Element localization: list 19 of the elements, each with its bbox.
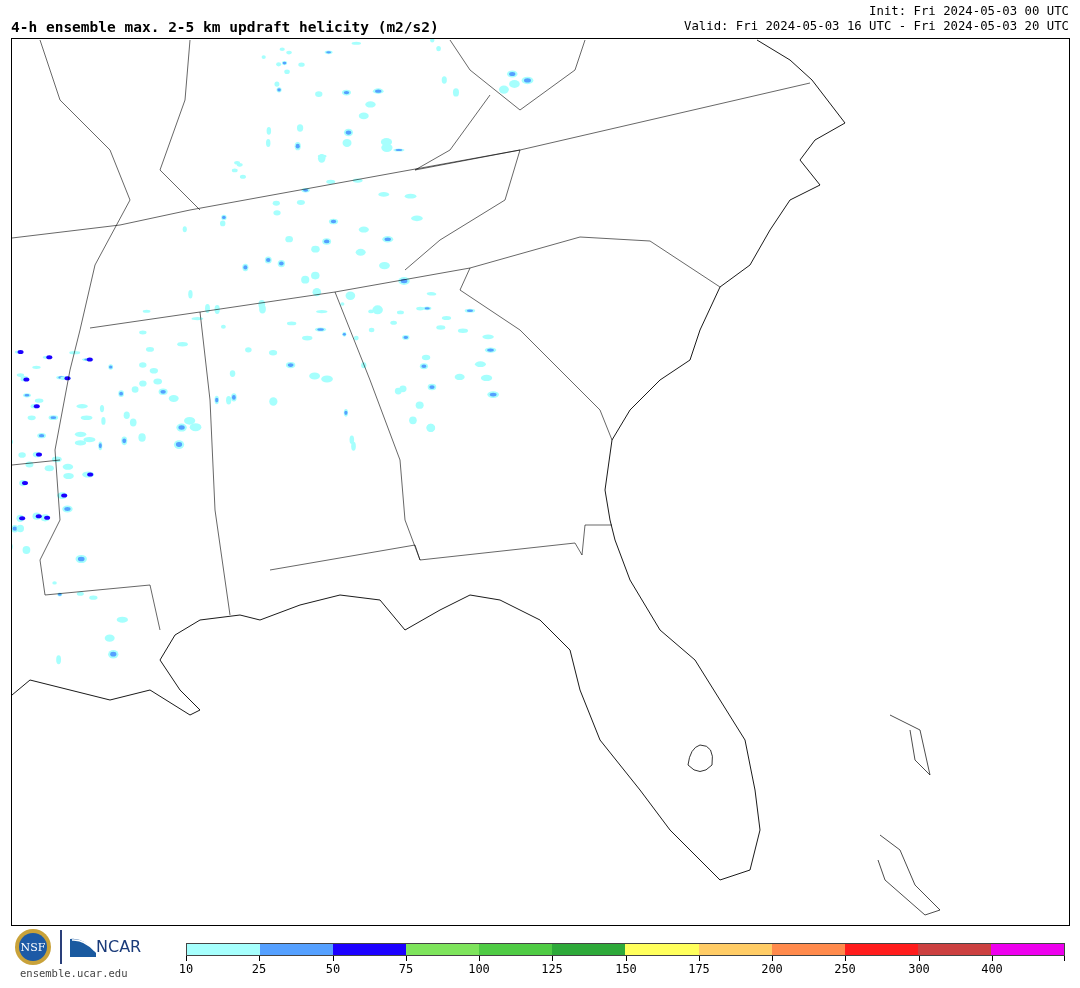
website-text: ensemble.ucar.edu — [20, 968, 128, 979]
colorbar-label: 75 — [398, 963, 414, 975]
colorbar-label: 10 — [178, 963, 194, 975]
colorbar-label: 175 — [688, 963, 710, 975]
colorbar-label: 25 — [251, 963, 267, 975]
init-time-text: Init: Fri 2024-05-03 00 UTC — [869, 4, 1069, 19]
seal-logo-icon: NSF — [14, 928, 52, 966]
colorbar-label: 125 — [541, 963, 563, 975]
colorbar-label: 150 — [615, 963, 637, 975]
chart-title: 4-h ensemble max. 2-5 km updraft helicity (m2/s2) — [11, 19, 439, 34]
colorbar-label: 50 — [325, 963, 341, 975]
colorbar-label: 250 — [834, 963, 856, 975]
colorbar-label: 200 — [761, 963, 783, 975]
colorbar-label: 300 — [908, 963, 930, 975]
colorbar-label: 100 — [468, 963, 490, 975]
arc-logo-icon — [70, 937, 96, 957]
ncar-logo-text: NCAR — [96, 939, 142, 955]
valid-time-text: Valid: Fri 2024-05-03 16 UTC - Fri 2024-05-03 20 UTC — [684, 19, 1069, 34]
colorbar-label: 400 — [981, 963, 1003, 975]
